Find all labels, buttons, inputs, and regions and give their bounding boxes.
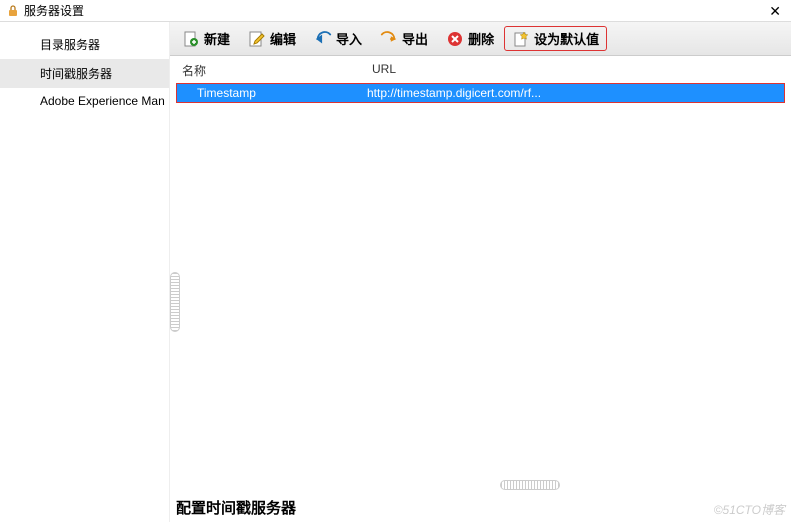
set-default-label: 设为默认值 [534,29,599,48]
sidebar-item-timestamp-servers[interactable]: 时间戳服务器 [0,59,169,88]
edit-icon [248,30,266,48]
toolbar: 新建 编辑 导入 导出 [170,22,791,56]
row-url: http://timestamp.digicert.com/rf... [367,86,784,100]
star-icon [512,30,530,48]
splitter-horizontal[interactable] [500,480,560,490]
splitter-vertical[interactable] [170,272,180,332]
window-title: 服务器设置 [24,2,84,19]
row-name: Timestamp [177,86,367,100]
export-button[interactable]: 导出 [372,26,436,51]
title-bar: 服务器设置 ✕ [0,0,791,22]
new-button[interactable]: 新建 [174,26,238,51]
sidebar-item-label: 目录服务器 [40,38,100,52]
new-icon [182,30,200,48]
sidebar-item-label: Adobe Experience Man [40,94,165,108]
close-button[interactable]: ✕ [765,4,785,18]
main-panel: 新建 编辑 导入 导出 [170,22,791,522]
edit-button[interactable]: 编辑 [240,26,304,51]
sidebar-item-directory-servers[interactable]: 目录服务器 [0,30,169,59]
set-default-button[interactable]: 设为默认值 [504,26,607,51]
sidebar-item-adobe-experience-manager[interactable]: Adobe Experience Man [0,88,169,114]
delete-button[interactable]: 删除 [438,26,502,51]
import-button[interactable]: 导入 [306,26,370,51]
detail-heading: 配置时间戳服务器 [176,497,296,518]
column-headers: 名称 URL [170,56,791,83]
column-header-url[interactable]: URL [372,62,785,79]
watermark: ©51CTO博客 [714,501,785,518]
delete-icon [446,30,464,48]
server-row[interactable]: Timestamp http://timestamp.digicert.com/… [177,84,784,102]
export-label: 导出 [402,29,428,48]
sidebar: 目录服务器 时间戳服务器 Adobe Experience Man [0,22,170,522]
export-icon [380,30,398,48]
delete-label: 删除 [468,29,494,48]
new-label: 新建 [204,29,230,48]
column-header-name[interactable]: 名称 [176,62,372,79]
lock-icon [6,4,20,18]
sidebar-item-label: 时间戳服务器 [40,67,112,81]
import-icon [314,30,332,48]
edit-label: 编辑 [270,29,296,48]
import-label: 导入 [336,29,362,48]
server-list: Timestamp http://timestamp.digicert.com/… [176,83,785,103]
